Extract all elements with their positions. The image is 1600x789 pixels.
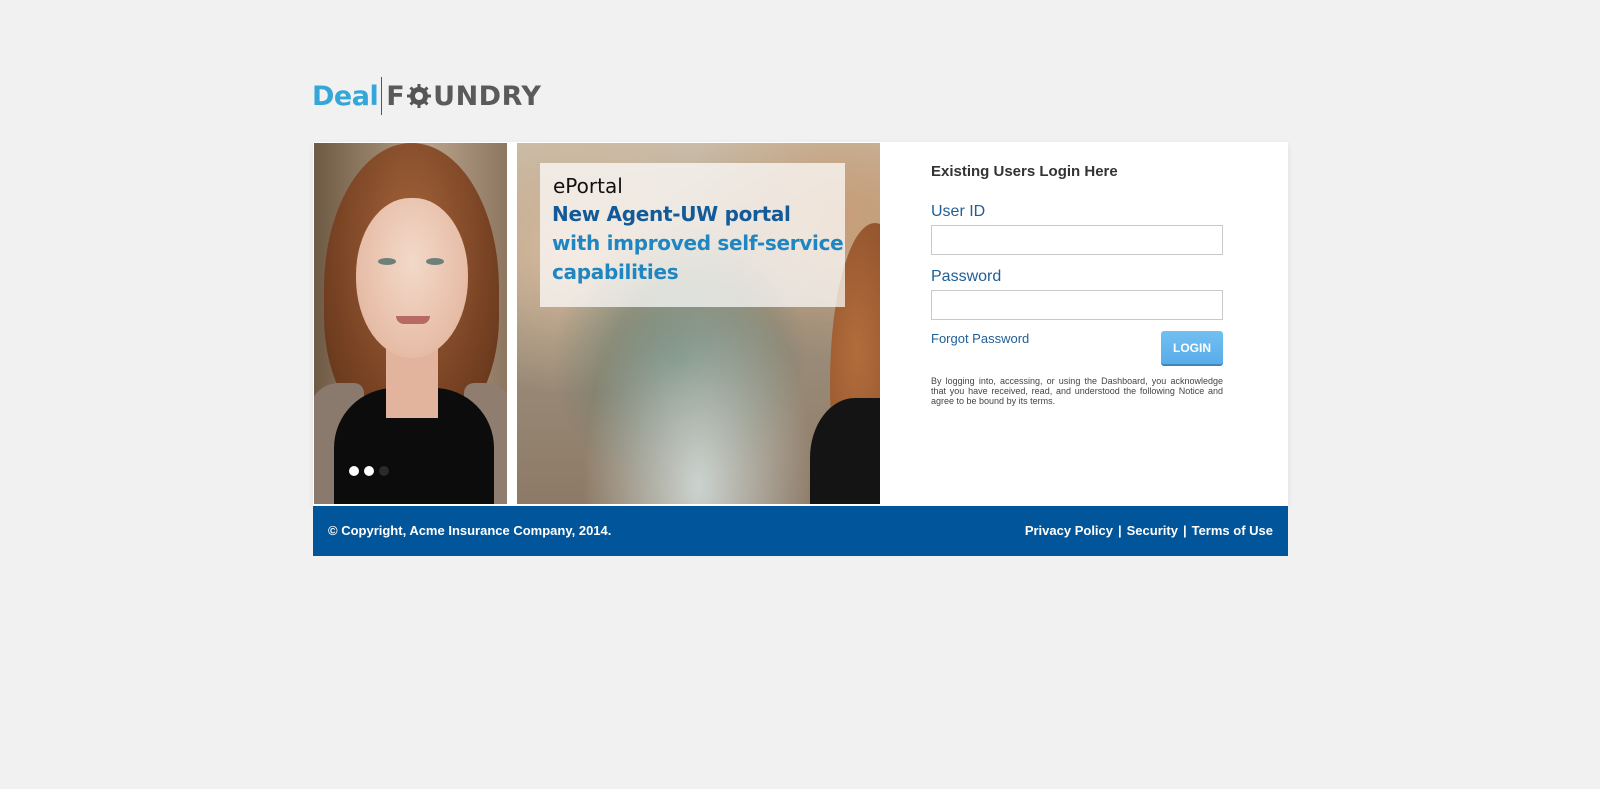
terms-of-use-link[interactable]: Terms of Use xyxy=(1192,523,1273,538)
login-notice: By logging into, accessing, or using the… xyxy=(931,376,1223,406)
promo-line-3: capabilities xyxy=(552,260,679,284)
password-input[interactable] xyxy=(931,290,1223,320)
carousel-dot-3[interactable] xyxy=(379,466,389,476)
login-button[interactable]: LOGIN xyxy=(1161,331,1223,364)
promo-line-2: with improved self-service xyxy=(552,231,844,255)
logo-foundry-text: F UNDRY xyxy=(386,81,541,112)
gear-icon xyxy=(407,84,432,108)
copyright-text: © Copyright, Acme Insurance Company, 201… xyxy=(328,523,612,538)
logo: Deal F UNDRY xyxy=(312,76,541,116)
carousel-dot-1[interactable] xyxy=(349,466,359,476)
footer-links: Privacy Policy | Security | Terms of Use xyxy=(1025,523,1273,538)
security-link[interactable]: Security xyxy=(1127,523,1178,538)
promo-banner: ePortal New Agent-UW portal with improve… xyxy=(540,163,845,307)
user-id-input[interactable] xyxy=(931,225,1223,255)
login-heading: Existing Users Login Here xyxy=(931,163,1118,180)
logo-deal-text: Deal xyxy=(312,80,379,112)
carousel-image-woman xyxy=(314,143,507,504)
privacy-policy-link[interactable]: Privacy Policy xyxy=(1025,523,1113,538)
logo-divider xyxy=(381,77,383,115)
forgot-password-link[interactable]: Forgot Password xyxy=(931,331,1029,346)
logo-foundry-prefix: F xyxy=(386,80,406,112)
promo-title: ePortal xyxy=(553,174,623,198)
footer-separator: | xyxy=(1182,523,1187,538)
user-id-label: User ID xyxy=(931,203,986,220)
carousel-dot-2[interactable] xyxy=(364,466,374,476)
footer: © Copyright, Acme Insurance Company, 201… xyxy=(313,506,1288,556)
footer-separator: | xyxy=(1118,523,1122,538)
logo-foundry-suffix: UNDRY xyxy=(433,80,542,112)
password-label: Password xyxy=(931,268,1002,285)
carousel-dots xyxy=(349,466,389,476)
promo-line-1: New Agent-UW portal xyxy=(552,202,791,226)
